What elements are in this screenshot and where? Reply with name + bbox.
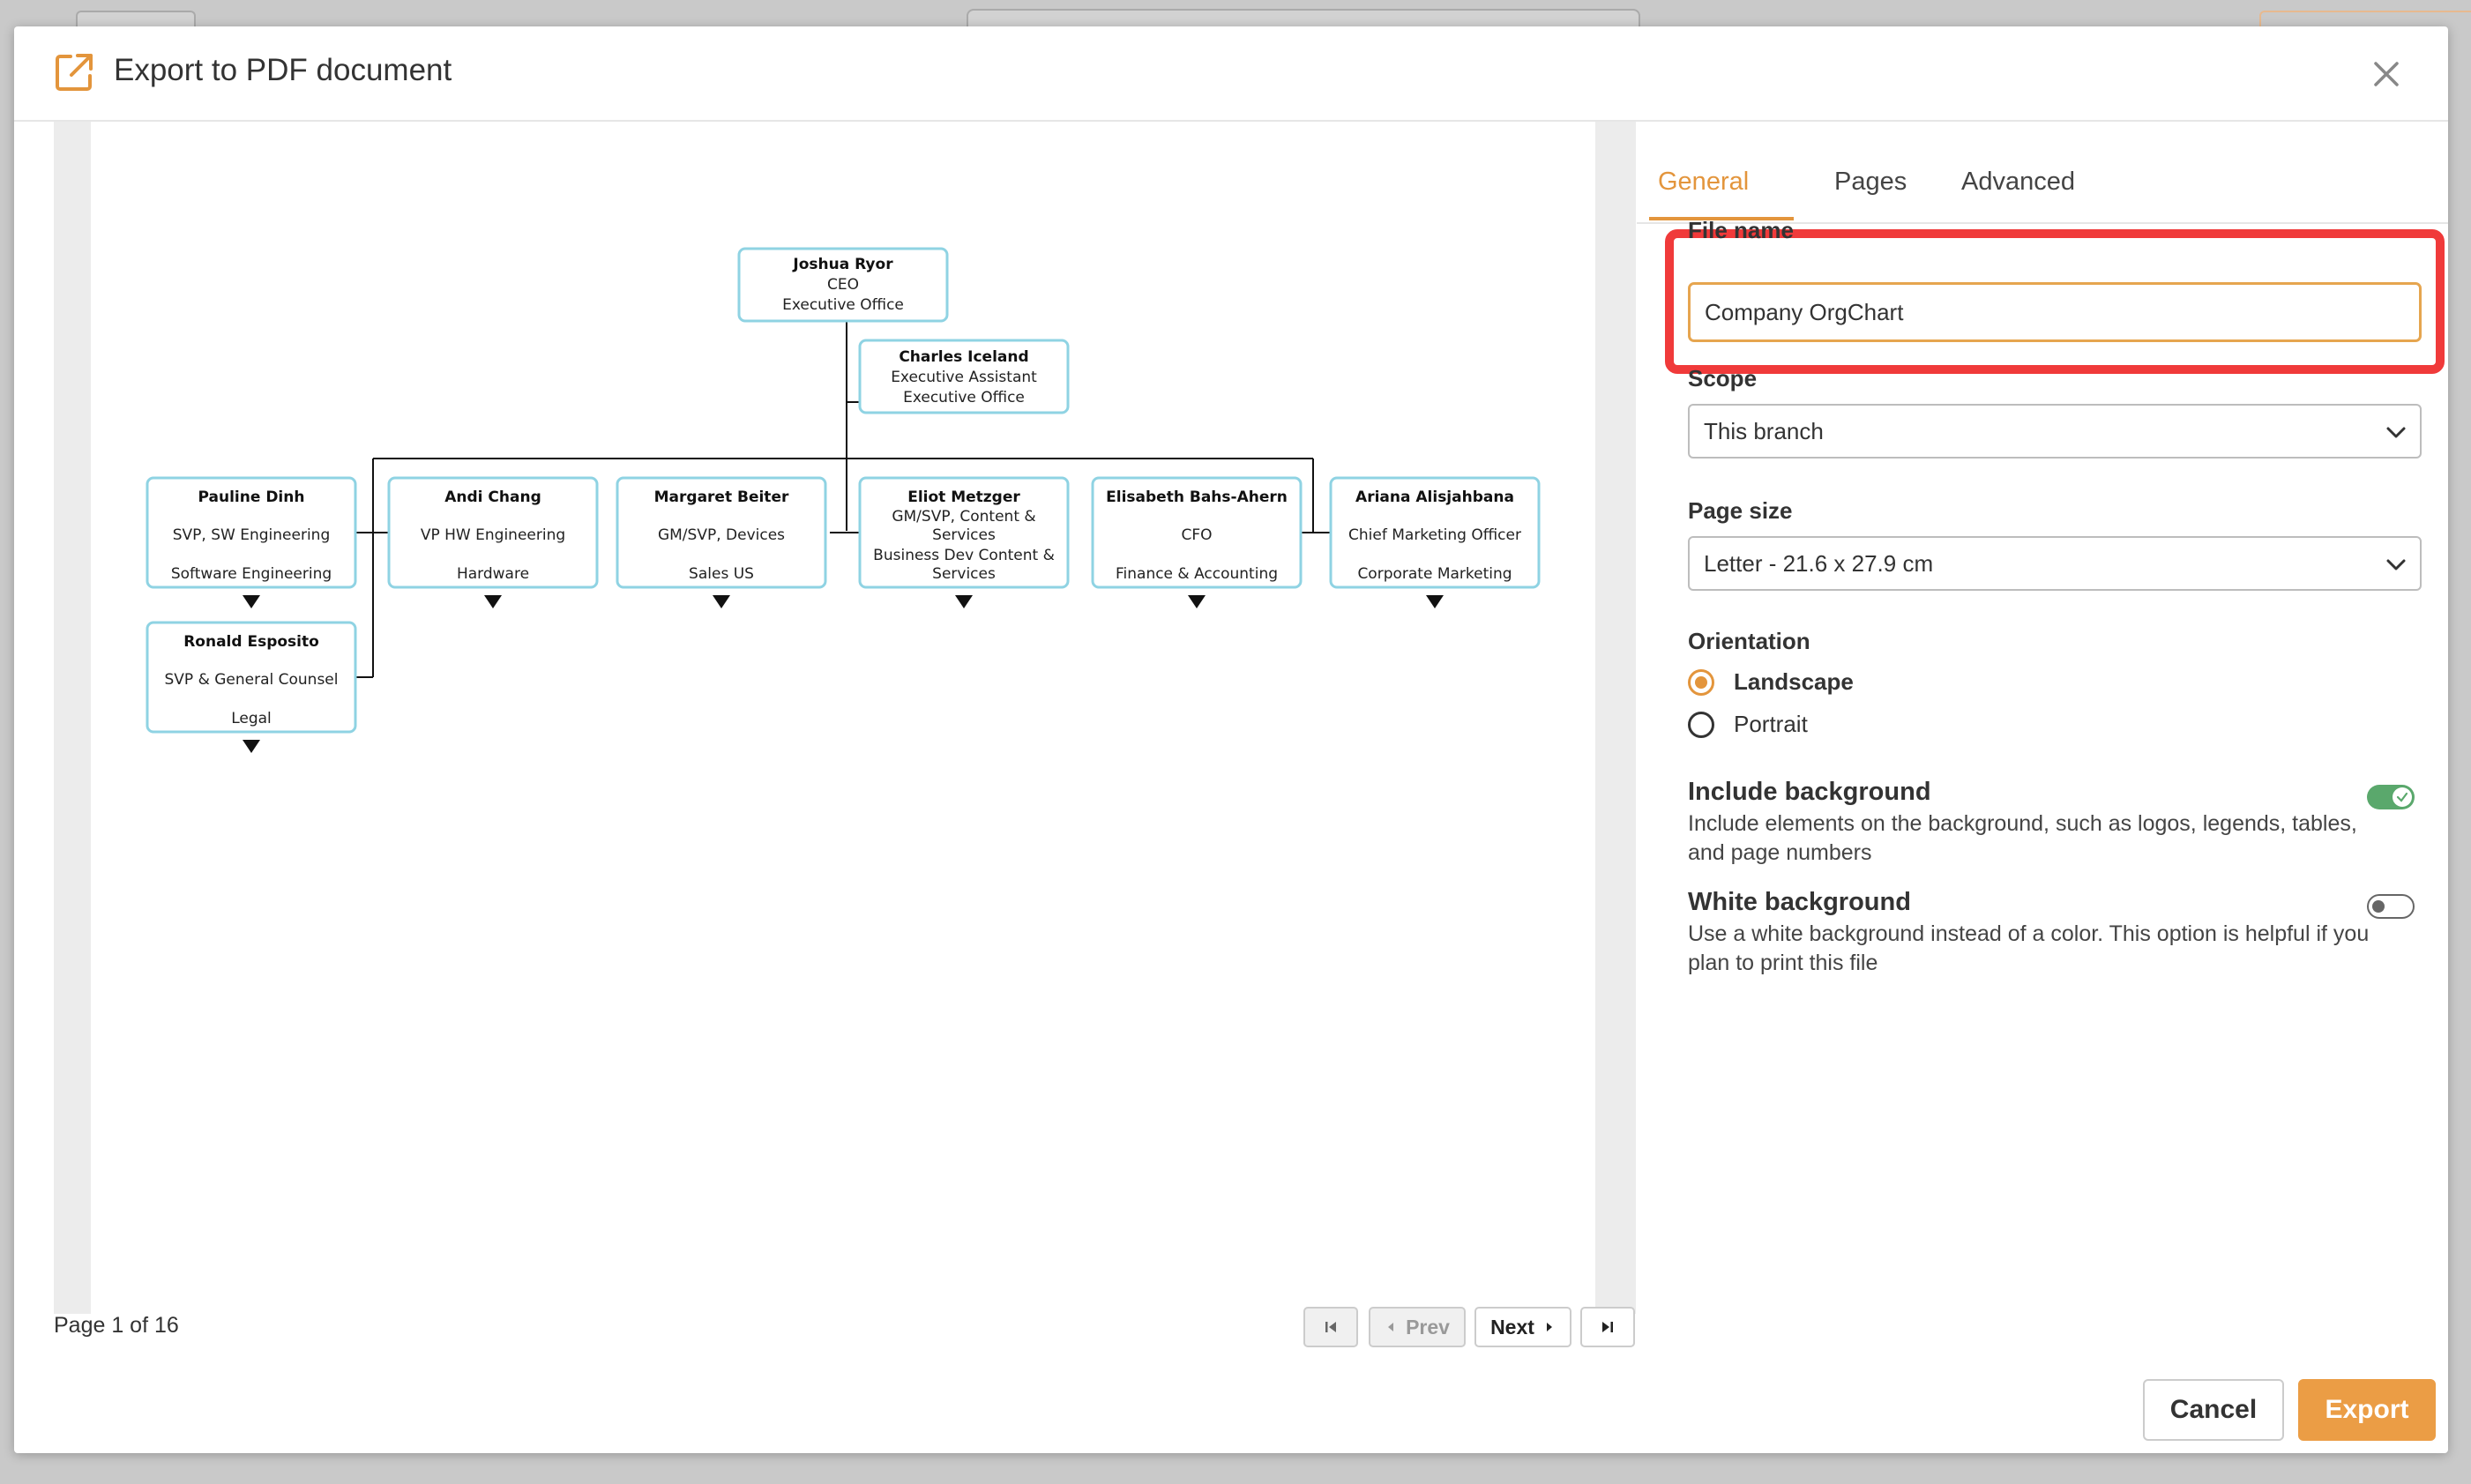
caret-right-icon bbox=[1546, 1323, 1552, 1331]
org-node-eliot[interactable]: Eliot Metzger GM/SVP, Content & Services… bbox=[858, 476, 1070, 589]
first-page-button[interactable] bbox=[1303, 1307, 1358, 1347]
scope-select[interactable]: This branch bbox=[1688, 404, 2422, 459]
node-name: Pauline Dinh bbox=[198, 488, 305, 506]
org-node-ronald[interactable]: Ronald Esposito SVP & General Counsel Le… bbox=[146, 621, 357, 734]
file-name-input[interactable] bbox=[1688, 282, 2422, 342]
expand-arrow-icon bbox=[955, 595, 973, 608]
orientation-portrait-option[interactable]: Portrait bbox=[1688, 711, 1808, 738]
org-node-margaret[interactable]: Margaret Beiter GM/SVP, Devices Sales US bbox=[616, 476, 827, 589]
org-node-pauline[interactable]: Pauline Dinh SVP, SW Engineering Softwar… bbox=[146, 476, 357, 589]
next-page-button[interactable]: Next bbox=[1474, 1307, 1571, 1347]
tab-advanced[interactable]: Advanced bbox=[1961, 168, 2075, 197]
node-title: CEO bbox=[827, 276, 859, 294]
node-title: CFO bbox=[1181, 526, 1212, 544]
node-name: Charles Iceland bbox=[899, 348, 1028, 366]
node-dept: Corporate Marketing bbox=[1357, 565, 1512, 583]
node-dept: Software Engineering bbox=[171, 565, 332, 583]
expand-arrow-icon bbox=[243, 595, 260, 608]
node-dept: Executive Office bbox=[782, 296, 904, 314]
preview-page[interactable]: Joshua Ryor CEO Executive Office Charles… bbox=[91, 122, 1595, 1314]
include-background-toggle[interactable] bbox=[2367, 785, 2415, 809]
skip-last-icon bbox=[1602, 1322, 1613, 1332]
expand-arrow-icon bbox=[243, 740, 260, 753]
org-node-ariana[interactable]: Ariana Alisjahbana Chief Marketing Offic… bbox=[1329, 476, 1541, 589]
include-background-description: Include elements on the background, such… bbox=[1688, 811, 2357, 865]
expand-arrow-icon bbox=[713, 595, 730, 608]
org-node-elisabeth[interactable]: Elisabeth Bahs-Ahern CFO Finance & Accou… bbox=[1091, 476, 1303, 589]
tab-pages[interactable]: Pages bbox=[1834, 168, 1907, 197]
node-name: Eliot Metzger bbox=[907, 488, 1020, 506]
node-title: SVP, SW Engineering bbox=[173, 526, 330, 544]
node-title: Chief Marketing Officer bbox=[1348, 526, 1521, 544]
org-node-assistant[interactable]: Charles Iceland Executive Assistant Exec… bbox=[858, 339, 1070, 414]
node-title-line1: GM/SVP, Content & bbox=[892, 508, 1035, 526]
skip-first-icon bbox=[1325, 1322, 1336, 1332]
org-chart: Joshua Ryor CEO Executive Office Charles… bbox=[146, 247, 1541, 753]
caret-left-icon bbox=[1388, 1323, 1394, 1331]
chevron-down-icon bbox=[2386, 559, 2406, 570]
node-dept: Legal bbox=[231, 710, 272, 727]
next-label: Next bbox=[1490, 1315, 1534, 1339]
portrait-label: Portrait bbox=[1734, 711, 1808, 737]
node-title-line2: Services bbox=[932, 526, 996, 544]
export-dialog: Export to PDF document Joshua Ryor CEO E… bbox=[14, 26, 2448, 1453]
node-title: Executive Assistant bbox=[891, 369, 1037, 386]
org-node-ceo[interactable]: Joshua Ryor CEO Executive Office bbox=[737, 247, 949, 323]
node-name: Ronald Esposito bbox=[183, 633, 319, 651]
node-title: GM/SVP, Devices bbox=[658, 526, 785, 544]
node-name: Joshua Ryor bbox=[792, 256, 893, 273]
page-indicator: Page 1 of 16 bbox=[54, 1313, 179, 1338]
page-size-label: Page size bbox=[1688, 497, 1793, 524]
node-dept: Hardware bbox=[457, 565, 529, 583]
node-name: Elisabeth Bahs-Ahern bbox=[1106, 488, 1288, 506]
chevron-down-icon bbox=[2386, 427, 2406, 438]
expand-arrow-icon bbox=[1188, 595, 1206, 608]
white-background-title: White background bbox=[1688, 888, 1911, 916]
node-name: Ariana Alisjahbana bbox=[1355, 488, 1514, 506]
export-button[interactable]: Export bbox=[2298, 1379, 2436, 1441]
node-dept-line2: Services bbox=[932, 565, 996, 583]
prev-label: Prev bbox=[1406, 1315, 1450, 1339]
orientation-landscape-option[interactable]: Landscape bbox=[1688, 668, 1854, 696]
radio-landscape[interactable] bbox=[1688, 668, 1714, 696]
include-background-title: Include background bbox=[1688, 778, 1931, 806]
pdf-preview: Joshua Ryor CEO Executive Office Charles… bbox=[54, 122, 1636, 1314]
white-background-description: Use a white background instead of a colo… bbox=[1688, 921, 2370, 975]
prev-page-button[interactable]: Prev bbox=[1369, 1307, 1466, 1347]
node-dept-line1: Business Dev Content & bbox=[873, 547, 1055, 564]
settings-tabs: General Pages Advanced bbox=[1637, 122, 2448, 224]
node-name: Andi Chang bbox=[444, 488, 541, 506]
landscape-label: Landscape bbox=[1734, 668, 1854, 695]
node-dept: Finance & Accounting bbox=[1116, 565, 1278, 583]
node-title: VP HW Engineering bbox=[421, 526, 565, 544]
file-name-label: File name bbox=[1688, 217, 1794, 243]
check-icon bbox=[2396, 792, 2408, 802]
tab-general[interactable]: General bbox=[1658, 168, 1749, 197]
node-name: Margaret Beiter bbox=[654, 488, 789, 506]
last-page-button[interactable] bbox=[1580, 1307, 1635, 1347]
node-dept: Sales US bbox=[689, 565, 754, 583]
radio-portrait[interactable] bbox=[1688, 711, 1714, 738]
close-icon[interactable] bbox=[2367, 55, 2406, 93]
external-link-icon bbox=[56, 54, 93, 91]
expand-arrow-icon bbox=[1426, 595, 1444, 608]
expand-arrow-icon bbox=[484, 595, 502, 608]
scope-value: This branch bbox=[1704, 417, 1824, 444]
cancel-button[interactable]: Cancel bbox=[2143, 1379, 2284, 1441]
dialog-title: Export to PDF document bbox=[114, 53, 452, 87]
page-size-select[interactable]: Letter - 21.6 x 27.9 cm bbox=[1688, 536, 2422, 591]
white-background-toggle[interactable] bbox=[2367, 894, 2415, 919]
page-size-value: Letter - 21.6 x 27.9 cm bbox=[1704, 549, 1934, 577]
node-title: SVP & General Counsel bbox=[165, 671, 339, 689]
toggle-knob bbox=[2372, 900, 2385, 913]
orientation-label: Orientation bbox=[1688, 628, 1810, 654]
dialog-header: Export to PDF document bbox=[14, 26, 2448, 122]
scope-label: Scope bbox=[1688, 365, 1758, 392]
org-node-andi[interactable]: Andi Chang VP HW Engineering Hardware bbox=[387, 476, 599, 589]
node-dept: Executive Office bbox=[903, 389, 1025, 406]
